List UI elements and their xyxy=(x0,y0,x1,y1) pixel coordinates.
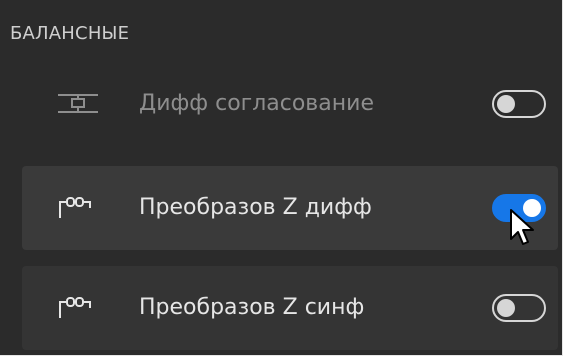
row-label: Преобразов Z дифф xyxy=(139,195,372,220)
toggle-knob xyxy=(497,299,515,317)
diff-matching-toggle[interactable] xyxy=(492,90,546,118)
z-transform-common-toggle[interactable] xyxy=(492,294,546,322)
row-label: Дифф согласование xyxy=(139,91,374,116)
mouse-pointer-icon xyxy=(508,208,538,248)
toggle-knob xyxy=(497,95,515,113)
section-title: БАЛАНСНЫЕ xyxy=(10,23,130,44)
balanced-matching-icon xyxy=(54,90,102,118)
balanced-settings-panel: БАЛАНСНЫЕ Дифф согласование Преобразов Z… xyxy=(0,0,563,356)
row-diff-matching[interactable]: Дифф согласование xyxy=(22,62,558,146)
row-label: Преобразов Z синф xyxy=(139,295,365,320)
z-transform-diff-icon xyxy=(54,194,102,222)
row-z-transform-common[interactable]: Преобразов Z синф xyxy=(22,266,558,350)
row-z-transform-diff[interactable]: Преобразов Z дифф xyxy=(22,166,558,250)
z-transform-common-icon xyxy=(54,294,102,322)
